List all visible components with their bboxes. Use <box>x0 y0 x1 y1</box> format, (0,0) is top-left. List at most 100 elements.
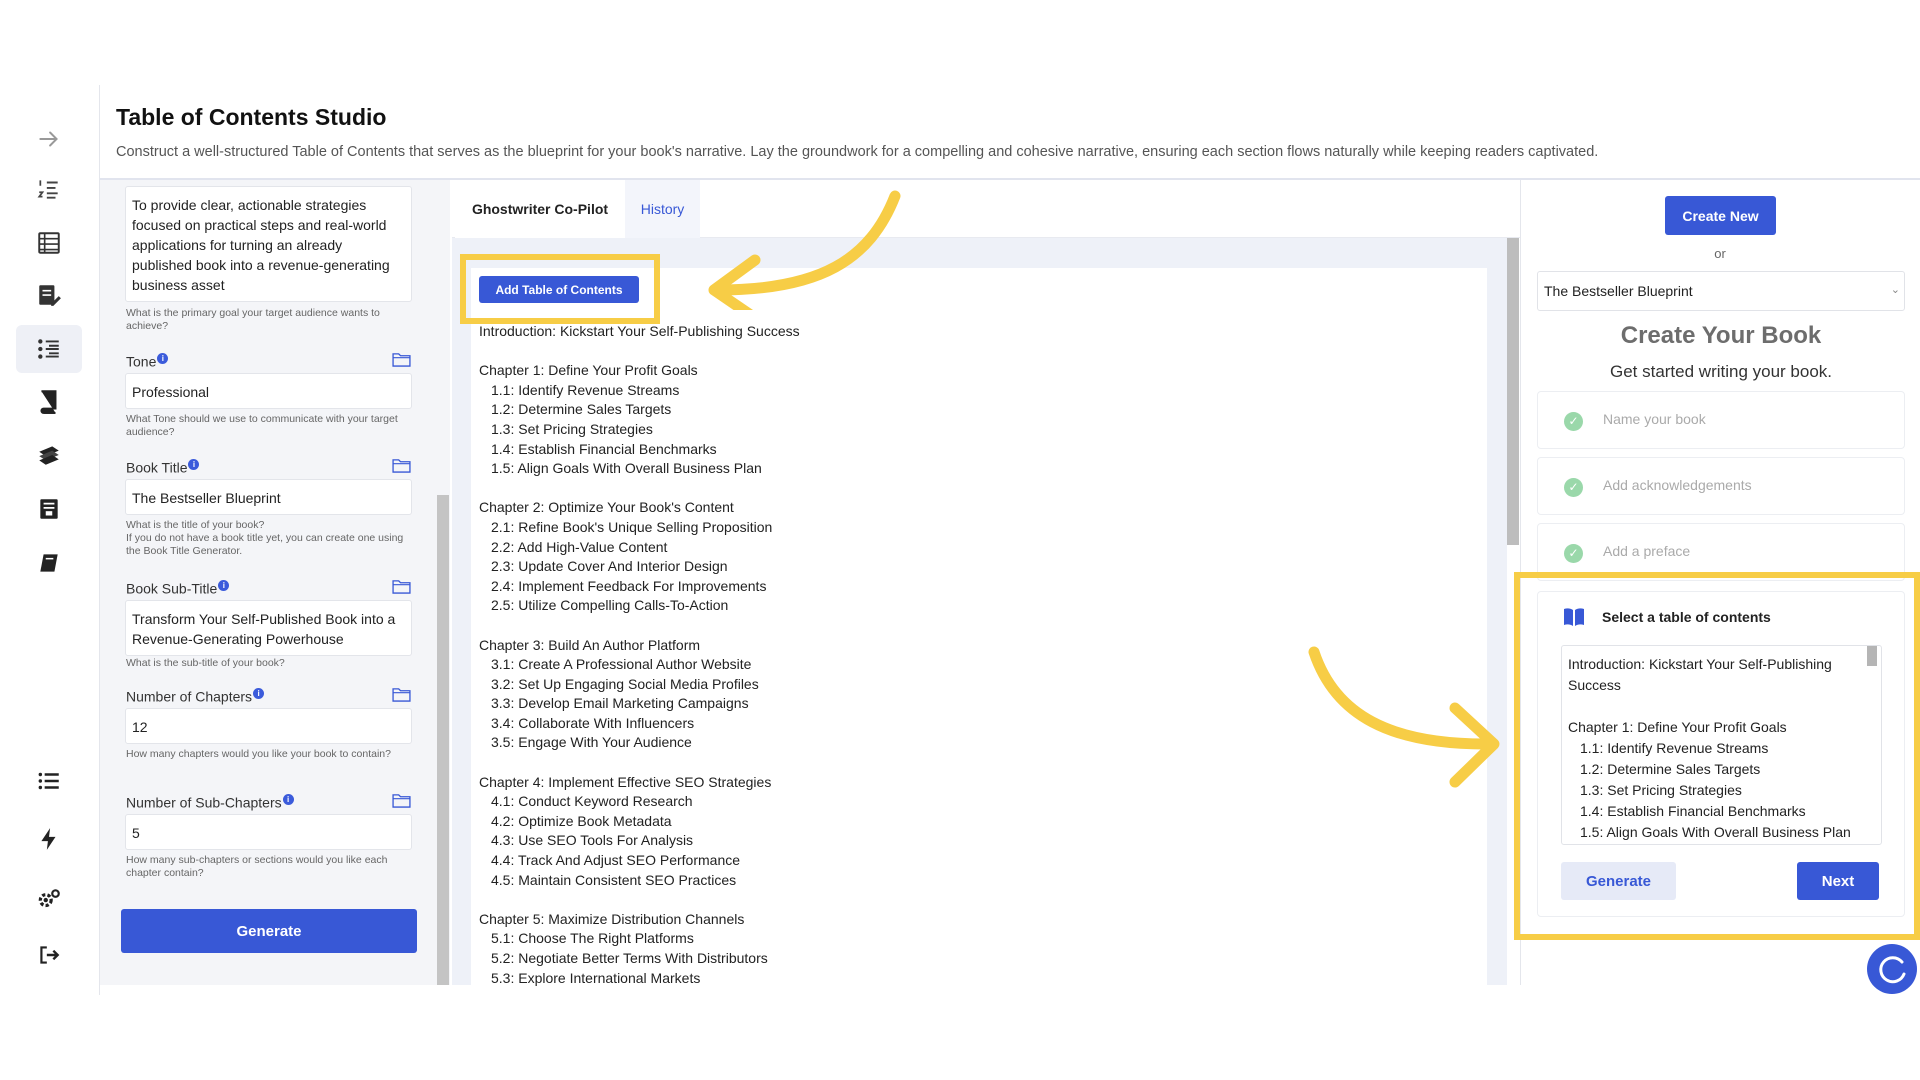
highlight-box-select-toc <box>1514 572 1920 940</box>
numbered-list-icon[interactable] <box>16 165 82 213</box>
create-new-button[interactable]: Create New <box>1665 196 1776 235</box>
list-icon[interactable] <box>16 757 82 805</box>
notebook-icon[interactable] <box>16 539 82 587</box>
archive-icon[interactable] <box>16 485 82 533</box>
sub-chapter: 2.3: Update Cover And Interior Design <box>491 558 728 575</box>
chapter-title: Chapter 4: Implement Effective SEO Strat… <box>479 773 772 790</box>
info-icon[interactable]: i <box>253 688 265 699</box>
folder-icon[interactable] <box>392 352 411 367</box>
sub-chapter: 3.4: Collaborate With Influencers <box>491 714 695 731</box>
book-select[interactable]: The Bestseller Blueprint ⌄ <box>1537 271 1905 311</box>
or-separator: or <box>1714 246 1726 261</box>
sub-chapter: 3.2: Set Up Engaging Social Media Profil… <box>491 675 759 692</box>
sub-chapter: 3.1: Create A Professional Author Websit… <box>491 656 752 673</box>
toc-chapter: Chapter 4: Implement Effective SEO Strat… <box>479 773 800 891</box>
goal-help: What is the primary goal your target aud… <box>126 307 380 332</box>
generated-toc: Introduction: Kickstart Your Self-Publis… <box>479 322 800 1008</box>
book-subtitle-label: Book Sub-Title i <box>126 580 230 597</box>
book-icon[interactable] <box>16 377 82 425</box>
chapter-title: Chapter 2: Optimize Your Book's Content <box>479 499 734 516</box>
table-icon[interactable] <box>16 219 82 267</box>
folder-icon[interactable] <box>392 687 411 702</box>
toc-intro: Introduction: Kickstart Your Self-Publis… <box>479 323 800 339</box>
book-select-value: The Bestseller Blueprint <box>1544 283 1693 299</box>
sub-chapter: 4.3: Use SEO Tools For Analysis <box>491 832 694 849</box>
arrow-right-icon[interactable] <box>16 115 82 163</box>
folder-icon[interactable] <box>392 458 411 473</box>
tone-label: Tone i <box>126 353 169 370</box>
info-icon[interactable]: i <box>188 459 200 470</box>
info-icon[interactable]: i <box>157 353 169 364</box>
page-title: Table of Contents Studio <box>116 104 387 130</box>
sub-chapter: 3.5: Engage With Your Audience <box>491 734 692 751</box>
toc-chapter: Chapter 1: Define Your Profit Goals 1.1:… <box>479 361 800 479</box>
tone-field[interactable]: Professional <box>125 373 412 409</box>
sub-chapter: 5.3: Explore International Markets <box>491 969 701 986</box>
book-title-field[interactable]: The Bestseller Blueprint <box>125 479 412 515</box>
check-icon: ✓ <box>1564 544 1583 563</box>
book-subtitle-help: What is the sub-title of your book? <box>126 657 285 669</box>
chapters-label: Number of Chapters i <box>126 688 265 705</box>
chapters-field[interactable]: 12 <box>125 708 412 744</box>
settings-icon[interactable] <box>16 875 82 923</box>
lightning-icon[interactable] <box>16 815 82 863</box>
create-book-title: Create Your Book <box>1620 322 1822 349</box>
toc-chapter: Chapter 3: Build An Author Platform 3.1:… <box>479 636 800 754</box>
form-scrollbar[interactable] <box>437 495 449 985</box>
highlight-box-add-toc <box>460 254 660 324</box>
sub-chapter: 2.5: Utilize Compelling Calls-To-Action <box>491 597 729 614</box>
sub-chapter: 1.2: Determine Sales Targets <box>491 401 672 418</box>
chapter-title: Chapter 3: Build An Author Platform <box>479 636 701 653</box>
book-details-form: To provide clear, actionable strategies … <box>100 180 450 985</box>
book-title-help: What is the title of your book? If you d… <box>126 519 404 557</box>
step-acknowledgements[interactable]: ✓ Add acknowledgements <box>1537 457 1905 515</box>
books-stack-icon[interactable] <box>16 431 82 479</box>
book-subtitle-field[interactable]: Transform Your Self-Published Book into … <box>125 600 412 656</box>
logout-icon[interactable] <box>16 931 82 979</box>
sidebar <box>0 85 100 995</box>
toc-chapter: Chapter 2: Optimize Your Book's Content … <box>479 498 800 616</box>
chapter-title: Chapter 1: Define Your Profit Goals <box>479 362 698 379</box>
subchapters-field[interactable]: 5 <box>125 814 412 850</box>
sub-chapter: 1.4: Establish Financial Benchmarks <box>491 440 717 457</box>
sub-chapter: 5.2: Negotiate Better Terms With Distrib… <box>491 950 768 966</box>
sub-chapter: 4.5: Maintain Consistent SEO Practices <box>491 871 737 888</box>
annotation-arrow-icon <box>708 190 901 310</box>
folder-icon[interactable] <box>392 579 411 594</box>
toc-chapter: Chapter 5: Maximize Distribution Channel… <box>479 910 800 988</box>
check-icon: ✓ <box>1564 478 1583 497</box>
create-book-subtitle: Get started writing your book. <box>1609 362 1833 381</box>
copilot-scrollbar[interactable] <box>1507 238 1519 545</box>
sub-chapter: 2.4: Implement Feedback For Improvements <box>491 577 767 594</box>
tab-history[interactable]: History <box>625 180 700 238</box>
folder-icon[interactable] <box>392 793 411 808</box>
sub-chapter: 1.3: Set Pricing Strategies <box>491 420 653 437</box>
sub-chapter: 2.2: Add High-Value Content <box>491 538 668 555</box>
chapters-help: How many chapters would you like your bo… <box>126 748 391 760</box>
tab-ghostwriter-copilot[interactable]: Ghostwriter Co-Pilot <box>455 180 625 238</box>
step-label: Add a preface <box>1603 543 1691 559</box>
sub-chapter: 5.1: Choose The Right Platforms <box>491 930 694 947</box>
tone-help: What Tone should we use to communicate w… <box>126 413 398 438</box>
sub-chapter: 3.3: Develop Email Marketing Campaigns <box>491 695 749 712</box>
sub-chapter: 4.2: Optimize Book Metadata <box>491 812 672 829</box>
book-title-label: Book Title i <box>126 459 200 476</box>
step-label: Add acknowledgements <box>1603 477 1752 493</box>
step-name-book[interactable]: ✓ Name your book <box>1537 391 1905 449</box>
info-icon[interactable]: i <box>218 580 230 591</box>
sub-chapter: 1.5: Align Goals With Overall Business P… <box>491 460 762 477</box>
subchapters-label: Number of Sub-Chapters i <box>126 794 294 811</box>
goal-field[interactable]: To provide clear, actionable strategies … <box>125 186 412 302</box>
info-icon[interactable]: i <box>282 794 294 805</box>
sub-chapter: 4.4: Track And Adjust SEO Performance <box>491 852 741 869</box>
generate-button[interactable]: Generate <box>121 909 417 953</box>
sub-chapter: 2.1: Refine Book's Unique Selling Propos… <box>491 518 773 535</box>
outline-icon[interactable] <box>16 325 82 373</box>
sub-chapter: 1.1: Identify Revenue Streams <box>491 381 680 398</box>
chat-widget-button[interactable] <box>1867 944 1917 994</box>
chevron-down-icon: ⌄ <box>1890 284 1900 296</box>
edit-document-icon[interactable] <box>16 271 82 319</box>
sub-chapter: 4.1: Conduct Keyword Research <box>491 793 693 810</box>
annotation-arrow-icon <box>1308 646 1500 788</box>
subchapters-help: How many sub-chapters or sections would … <box>126 854 388 879</box>
